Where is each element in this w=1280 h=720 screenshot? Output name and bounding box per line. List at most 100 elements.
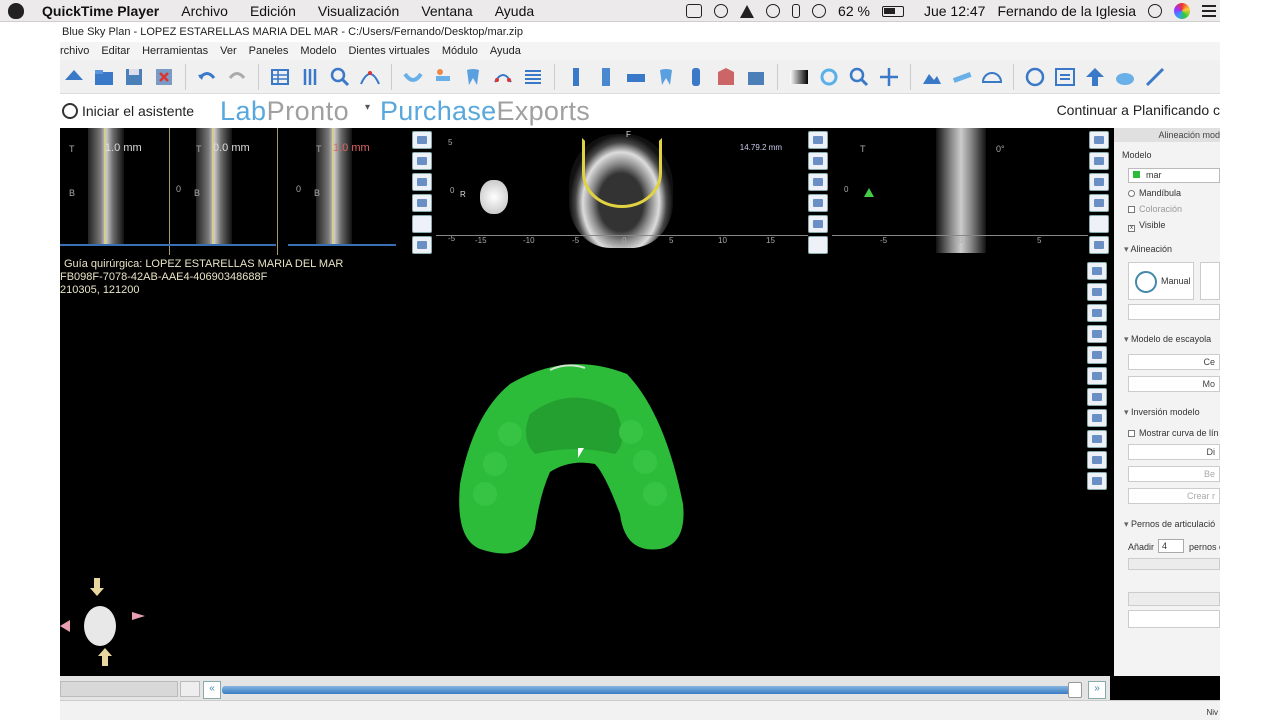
chevron-up-icon[interactable] [412, 194, 432, 212]
mountain-icon[interactable] [920, 65, 944, 89]
slice-tool-button[interactable] [412, 131, 432, 149]
manual-align-button[interactable]: Manual [1128, 262, 1194, 300]
dental-model[interactable] [455, 354, 687, 562]
chevron-down-icon[interactable] [1089, 236, 1109, 254]
close-file-icon[interactable] [152, 65, 176, 89]
continue-button[interactable]: Continuar a Planificando c [1057, 102, 1220, 118]
apple-icon[interactable] [8, 2, 24, 19]
crear-button[interactable]: Crear r [1128, 488, 1220, 504]
skull-icon[interactable] [1087, 304, 1107, 322]
user-name[interactable]: Fernando de la Iglesia [997, 3, 1136, 19]
face-icon[interactable] [1087, 346, 1107, 364]
arch-curve[interactable] [582, 138, 662, 208]
clock[interactable]: Jue 12:47 [924, 3, 986, 19]
orientation-compass[interactable] [60, 576, 150, 666]
sagittal-view[interactable]: T 0° 0 -5 0 5 [832, 128, 1088, 255]
pernos-section[interactable]: Pernos de articulació [1124, 519, 1215, 530]
menu-archivo[interactable]: Archivo [181, 3, 228, 19]
implant-icon[interactable] [564, 65, 588, 89]
double-chevron-right-icon[interactable]: » [1088, 681, 1106, 699]
pernos-action-button[interactable] [1128, 592, 1220, 606]
app-menu-editar[interactable]: Editar [101, 45, 130, 57]
sagittal-camera-icon[interactable] [1089, 173, 1109, 191]
di-button[interactable]: Di [1128, 444, 1220, 460]
text-icon[interactable] [1087, 388, 1107, 406]
mostrar-curva-checkbox[interactable]: Mostrar curva de lín [1128, 428, 1219, 438]
battery-icon[interactable] [881, 5, 904, 17]
upload-icon[interactable] [1083, 65, 1107, 89]
cross-section-strip[interactable]: 1.0 mm T B 0.0 mm T B 0 1.0 mm T B 0 [60, 128, 410, 255]
ruler-icon[interactable] [1087, 430, 1107, 448]
slice-camera-icon[interactable] [412, 173, 432, 191]
labpronto-logo[interactable]: LabPronto [220, 96, 349, 127]
undo-small-icon[interactable] [180, 681, 200, 697]
abutment-icon[interactable] [684, 65, 708, 89]
implant-add-icon[interactable] [431, 65, 455, 89]
start-wizard-button[interactable]: Iniciar el asistente [82, 103, 194, 119]
app-menu-archivo[interactable]: rchivo [60, 45, 89, 57]
fullscreen-icon[interactable] [1143, 65, 1167, 89]
checkbox-icon[interactable] [1128, 206, 1135, 213]
alineacion-action-button[interactable] [1128, 304, 1220, 320]
tooth-icon[interactable] [461, 65, 485, 89]
axial-tool-blank[interactable] [808, 236, 828, 254]
crown-icon[interactable] [654, 65, 678, 89]
menu-visualizacion[interactable]: Visualización [318, 3, 399, 19]
menu-app-name[interactable]: QuickTime Player [42, 3, 159, 19]
slice-tool-blank[interactable] [412, 215, 432, 233]
slice-tool-button[interactable] [412, 152, 432, 170]
alineacion-section[interactable]: Alineación [1124, 244, 1173, 255]
pernos-stepper[interactable]: 4 [1158, 539, 1184, 553]
double-chevron-left-icon[interactable]: « [203, 681, 221, 699]
purchase-exports-logo[interactable]: PurchaseExports [380, 96, 590, 127]
rotate-icon[interactable] [817, 65, 841, 89]
spotlight-icon[interactable] [1148, 4, 1162, 18]
chevron-up-icon[interactable] [808, 215, 828, 233]
time-machine-icon[interactable] [766, 4, 781, 18]
magnify-icon[interactable] [328, 65, 352, 89]
app-menu-modulo[interactable]: Módulo [442, 45, 478, 57]
slice-slider[interactable] [222, 686, 1072, 694]
sagittal-tool-button[interactable] [1089, 152, 1109, 170]
swap-icon[interactable] [1053, 65, 1077, 89]
model-select[interactable]: mar [1128, 168, 1220, 183]
open-icon[interactable] [62, 65, 86, 89]
axial-view[interactable]: F R 14.79.2 mm 5 0 -5 -15 -10 -5 0 5 10 … [436, 128, 808, 255]
undo-icon[interactable] [195, 65, 219, 89]
coloracion-checkbox[interactable]: Coloración [1128, 204, 1182, 214]
arch-icon[interactable] [1087, 325, 1107, 343]
menu-ayuda[interactable]: Ayuda [495, 3, 534, 19]
implant-2-icon[interactable] [594, 65, 618, 89]
grid-icon[interactable] [268, 65, 292, 89]
visible-checkbox[interactable]: x Visible [1128, 220, 1165, 232]
settings-list-icon[interactable] [521, 65, 545, 89]
cloud-icon[interactable] [1113, 65, 1137, 89]
axial-tool-button[interactable] [808, 152, 828, 170]
save-icon[interactable] [122, 65, 146, 89]
menu-ventana[interactable]: Ventana [421, 3, 472, 19]
slice-slider-thumb[interactable] [1068, 682, 1082, 698]
sync-icon[interactable] [714, 4, 729, 18]
cross-slice-1[interactable]: 1.0 mm T B [60, 128, 170, 255]
cross-slice-2[interactable]: 0.0 mm T B 0 [168, 128, 278, 255]
sagittal-tool-button[interactable] [1089, 131, 1109, 149]
siri-icon[interactable] [1174, 3, 1190, 19]
app-menu-ver[interactable]: Ver [220, 45, 237, 57]
bridge-icon[interactable] [624, 65, 648, 89]
auto-align-button[interactable] [1200, 262, 1220, 300]
axial-camera-icon[interactable] [808, 194, 828, 212]
inversion-section[interactable]: Inversión modelo [1124, 407, 1200, 418]
chevron-up-icon[interactable] [1089, 194, 1109, 212]
crosshair-icon[interactable] [1087, 367, 1107, 385]
be-button[interactable]: Be [1128, 466, 1220, 482]
export-guide-icon[interactable] [744, 65, 768, 89]
cross-slice-3[interactable]: 1.0 mm T B 0 [288, 128, 398, 248]
bottom-dropdown[interactable] [60, 681, 178, 697]
3d-view[interactable]: Guía quirúrgica: LOPEZ ESTARELLAS MARIA … [60, 256, 1108, 676]
contrast-icon[interactable] [787, 65, 811, 89]
radio-icon[interactable] [1128, 190, 1135, 197]
drive-icon[interactable] [740, 4, 755, 18]
camera-icon[interactable] [1087, 472, 1107, 490]
ce-button[interactable]: Ce [1128, 354, 1220, 370]
app-menu-dientes[interactable]: Dientes virtuales [348, 45, 429, 57]
